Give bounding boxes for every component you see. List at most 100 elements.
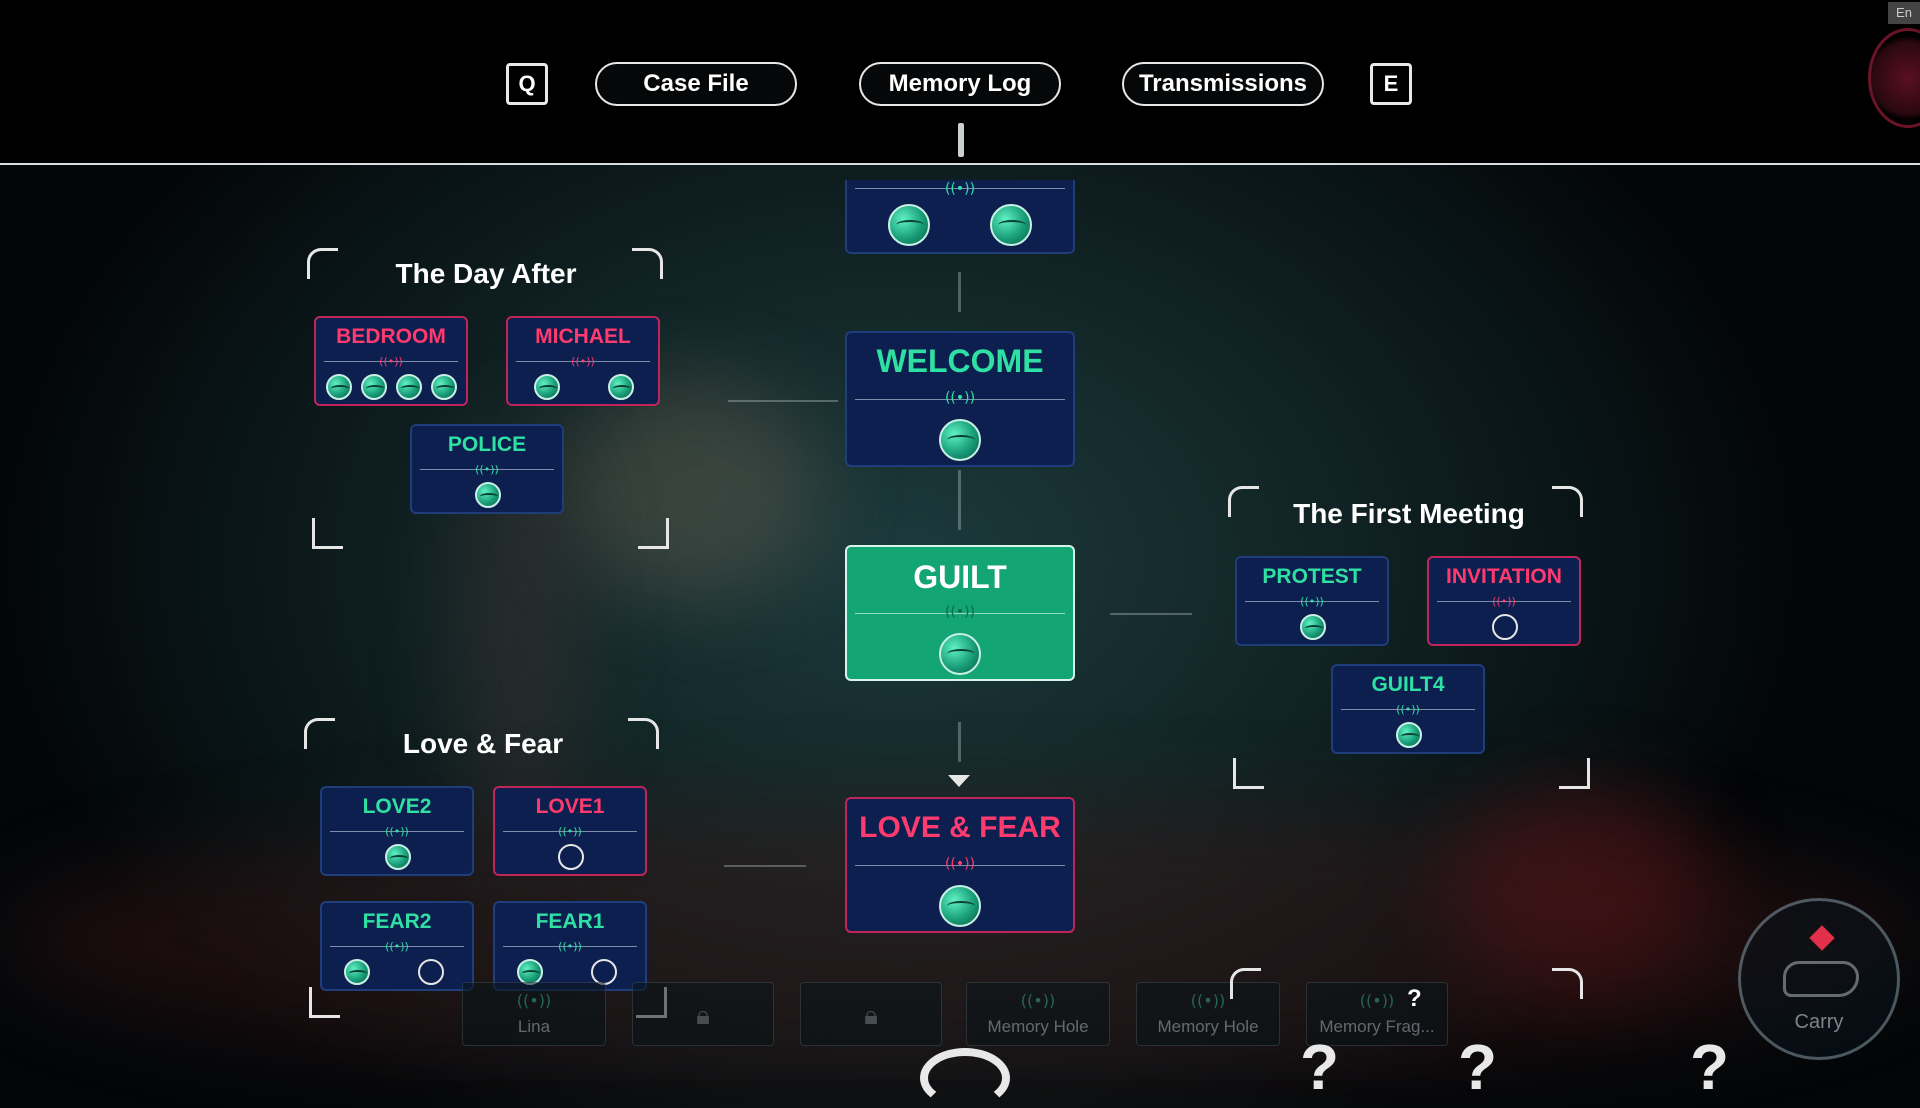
memory-card-michael[interactable]: MICHAEL ((•)) bbox=[506, 316, 660, 406]
slot-label: Lina bbox=[517, 1017, 551, 1036]
scene-light-left bbox=[560, 380, 820, 600]
card-label: MICHAEL bbox=[535, 325, 631, 348]
connector-guilt-love bbox=[958, 722, 961, 762]
memory-card-guilt4[interactable]: GUILT4 ((•)) bbox=[1331, 664, 1485, 754]
inventory-slot-memory-hole[interactable]: ((•)) Memory Hole bbox=[966, 982, 1110, 1046]
memory-card-love2[interactable]: LOVE2 ((•)) bbox=[320, 786, 474, 876]
connector-top-welcome bbox=[958, 272, 961, 312]
memory-orb-icon bbox=[431, 374, 457, 400]
active-tab-indicator bbox=[958, 123, 964, 157]
signal-icon: ((•)) bbox=[475, 463, 499, 476]
memory-orb-icon bbox=[396, 374, 422, 400]
question-mark: ? bbox=[1407, 985, 1422, 1012]
lock-icon: 🔒︎ bbox=[864, 1001, 878, 1031]
memory-card-invitation[interactable]: INVITATION ((•)) bbox=[1427, 556, 1581, 646]
connector-daypanel bbox=[728, 400, 838, 402]
bottom-question-glyph: ? bbox=[1458, 1031, 1498, 1103]
card-label: LOVE1 bbox=[535, 795, 605, 818]
memory-card-bedroom[interactable]: BEDROOM ((•)) bbox=[314, 316, 468, 406]
group-bracket bbox=[312, 518, 343, 549]
memory-orb-icon bbox=[888, 204, 930, 246]
group-title-day-after: The Day After bbox=[395, 258, 577, 289]
slot-label: Memory Hole bbox=[987, 1017, 1089, 1036]
group-bracket bbox=[1230, 968, 1261, 999]
signal-icon: ((•)) bbox=[1359, 991, 1395, 1010]
card-label: LOVE2 bbox=[362, 795, 432, 818]
memory-card-top[interactable]: ((•)) bbox=[845, 180, 1075, 254]
card-label: LOVE & FEAR bbox=[859, 811, 1061, 844]
empty-slot-icon bbox=[558, 844, 584, 870]
memory-card-love1[interactable]: LOVE1 ((•)) bbox=[493, 786, 647, 876]
group-bracket bbox=[1233, 758, 1264, 789]
carry-widget[interactable]: Carry bbox=[1738, 898, 1900, 1060]
signal-icon: ((•)) bbox=[1020, 991, 1056, 1010]
lock-icon: 🔒︎ bbox=[696, 1001, 710, 1031]
signal-icon: ((•)) bbox=[571, 355, 595, 368]
tab-case-file[interactable]: Case File bbox=[595, 62, 797, 106]
memory-orb-icon bbox=[939, 885, 981, 927]
card-label: FEAR2 bbox=[362, 910, 432, 933]
memory-card-police[interactable]: POLICE ((•)) bbox=[410, 424, 564, 514]
memory-card-protest[interactable]: PROTEST ((•)) bbox=[1235, 556, 1389, 646]
card-label: WELCOME bbox=[876, 343, 1044, 379]
slot-label: Memory Hole bbox=[1157, 1017, 1259, 1036]
signal-icon: ((•)) bbox=[944, 604, 976, 620]
group-bracket bbox=[1552, 968, 1583, 999]
memory-orb-icon bbox=[361, 374, 387, 400]
memory-orb-icon bbox=[326, 374, 352, 400]
top-divider bbox=[0, 163, 1920, 165]
diamond-icon bbox=[1809, 925, 1835, 951]
memory-orb-icon bbox=[939, 419, 981, 461]
signal-icon: ((•)) bbox=[944, 856, 976, 872]
signal-icon: ((•)) bbox=[1492, 595, 1516, 608]
signal-icon: ((•)) bbox=[385, 940, 409, 953]
tab-memory-log[interactable]: Memory Log bbox=[859, 62, 1061, 106]
card-label: PROTEST bbox=[1262, 565, 1362, 588]
memory-card-fear1[interactable]: FEAR1 ((•)) bbox=[493, 901, 647, 991]
group-title-love-fear: Love & Fear bbox=[402, 728, 564, 759]
tab-transmissions[interactable]: Transmissions bbox=[1122, 62, 1324, 106]
memory-orb-icon bbox=[534, 374, 560, 400]
group-bracket bbox=[309, 987, 340, 1018]
bottom-question-glyph: ? bbox=[1300, 1031, 1340, 1103]
memory-orb-icon bbox=[1396, 722, 1422, 748]
memory-card-love-fear[interactable]: LOVE & FEAR ((•)) bbox=[845, 797, 1075, 933]
next-tab-key[interactable]: E bbox=[1370, 63, 1412, 105]
signal-icon: ((•)) bbox=[516, 991, 552, 1010]
signal-icon: ((•)) bbox=[385, 825, 409, 838]
memory-card-guilt[interactable]: GUILT ((•)) bbox=[845, 545, 1075, 681]
signal-icon: ((•)) bbox=[558, 940, 582, 953]
memory-orb-icon bbox=[990, 204, 1032, 246]
card-label: INVITATION bbox=[1446, 565, 1562, 588]
memory-card-fear2[interactable]: FEAR2 ((•)) bbox=[320, 901, 474, 991]
group-bracket bbox=[638, 518, 669, 549]
down-arrow-icon bbox=[948, 775, 970, 787]
signal-icon: ((•)) bbox=[558, 825, 582, 838]
signal-icon: ((•)) bbox=[1300, 595, 1324, 608]
card-label: GUILT4 bbox=[1371, 673, 1445, 696]
bottom-arc bbox=[920, 1048, 1010, 1108]
bottom-question-glyph: ? bbox=[1690, 1031, 1730, 1103]
hand-icon bbox=[1783, 961, 1859, 997]
memory-orb-icon bbox=[1300, 614, 1326, 640]
inventory-slot-locked[interactable]: 🔒︎ bbox=[800, 982, 942, 1046]
connector-love-left bbox=[724, 865, 806, 867]
prev-tab-key[interactable]: Q bbox=[506, 63, 548, 105]
inventory-slot-locked[interactable]: 🔒︎ bbox=[632, 982, 774, 1046]
memory-card-welcome[interactable]: WELCOME ((•)) bbox=[845, 331, 1075, 467]
carry-label: Carry bbox=[1794, 1011, 1844, 1033]
card-label: POLICE bbox=[447, 433, 527, 456]
signal-icon: ((•)) bbox=[944, 181, 976, 197]
card-label: BEDROOM bbox=[336, 325, 446, 348]
memory-orb-icon bbox=[385, 844, 411, 870]
group-bracket bbox=[1559, 758, 1590, 789]
card-label: FEAR1 bbox=[535, 910, 605, 933]
empty-slot-icon bbox=[418, 959, 444, 985]
signal-icon: ((•)) bbox=[1396, 703, 1420, 716]
connector-guilt-right bbox=[1110, 613, 1192, 615]
memory-orb-icon bbox=[344, 959, 370, 985]
group-title-first-meeting: The First Meeting bbox=[1293, 498, 1525, 529]
inventory-slot-lina[interactable]: ((•)) Lina bbox=[462, 982, 606, 1046]
connector-welcome-guilt bbox=[958, 470, 961, 530]
empty-slot-icon bbox=[1492, 614, 1518, 640]
